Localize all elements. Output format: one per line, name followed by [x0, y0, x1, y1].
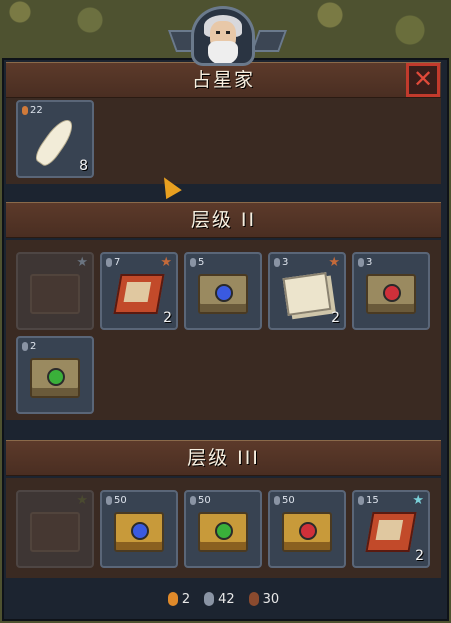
close-button[interactable]: ✕	[406, 63, 440, 97]
astrologer-portrait	[191, 6, 255, 66]
blue-gem-book-icon	[198, 273, 248, 314]
star-icon: ★	[160, 255, 172, 270]
item-slot-red-box[interactable]: 15 ★ 2	[352, 490, 430, 568]
red-box-icon	[113, 273, 165, 314]
bronze-coin-icon	[248, 592, 259, 606]
item-quantity: 2	[415, 548, 424, 564]
item-quantity: 8	[79, 158, 88, 174]
gold-green-book-icon	[198, 511, 248, 552]
tier-3-header: 层级 III	[6, 440, 441, 476]
vendor-title-bar: 占星家	[6, 62, 441, 98]
item-slot-red-box[interactable]: 7 ★ 2	[100, 252, 178, 330]
stock-badge: 3	[358, 257, 372, 268]
item-slot-locked[interactable]: ★	[16, 490, 94, 568]
gold-blue-book-icon	[114, 511, 164, 552]
portrait-beard	[208, 41, 238, 63]
stock-badge: 15	[358, 495, 379, 506]
papers-icon	[282, 272, 332, 316]
vendor-title: 占星家	[191, 69, 255, 91]
gold-red-book-icon	[282, 511, 332, 552]
star-icon: ★	[76, 493, 88, 508]
stock-badge: 2	[22, 341, 36, 352]
item-slot-red-book[interactable]: 3	[352, 252, 430, 330]
orange-coin-icon	[167, 592, 178, 606]
item-slot-locked[interactable]: ★	[16, 252, 94, 330]
stock-badge: 50	[106, 495, 127, 506]
item-slot-gold-blue-book[interactable]: 50	[100, 490, 178, 568]
stock-badge: 5	[190, 257, 204, 268]
locked-book-icon	[30, 273, 80, 314]
feather-icon	[31, 114, 79, 169]
locked-book-icon	[30, 511, 80, 552]
item-quantity: 2	[331, 310, 340, 326]
item-slot-green-book[interactable]: 2	[16, 336, 94, 414]
tier-2-title: 层级 II	[190, 209, 257, 231]
red-gem-book-icon	[366, 273, 416, 314]
stock-badge: 50	[190, 495, 211, 506]
portrait-eye	[226, 31, 230, 34]
item-slot-blue-book[interactable]: 5	[184, 252, 262, 330]
currency-bar: 2 42 30	[6, 580, 441, 618]
currency-silver: 42	[204, 592, 235, 607]
portrait-eye	[216, 31, 220, 34]
tier-2-header: 层级 II	[6, 202, 441, 238]
stock-badge: 22	[22, 105, 43, 116]
stock-badge: 7	[106, 257, 120, 268]
item-quantity: 2	[163, 310, 172, 326]
stock-badge: 50	[274, 495, 295, 506]
stock-badge: 3	[274, 257, 288, 268]
silver-coin-icon	[204, 592, 215, 606]
tier-3-title: 层级 III	[187, 447, 260, 469]
item-slot-papers[interactable]: 3 ★ 2	[268, 252, 346, 330]
star-icon: ★	[76, 255, 88, 270]
red-box-icon	[365, 511, 417, 552]
item-slot-feather[interactable]: 22 8	[16, 100, 94, 178]
item-slot-gold-red-book[interactable]: 50	[268, 490, 346, 568]
star-icon: ★	[328, 255, 340, 270]
currency-orange: 2	[167, 592, 190, 607]
star-icon: ★	[412, 493, 424, 508]
item-slot-gold-green-book[interactable]: 50	[184, 490, 262, 568]
green-gem-book-icon	[30, 357, 80, 398]
currency-bronze: 30	[248, 592, 279, 607]
